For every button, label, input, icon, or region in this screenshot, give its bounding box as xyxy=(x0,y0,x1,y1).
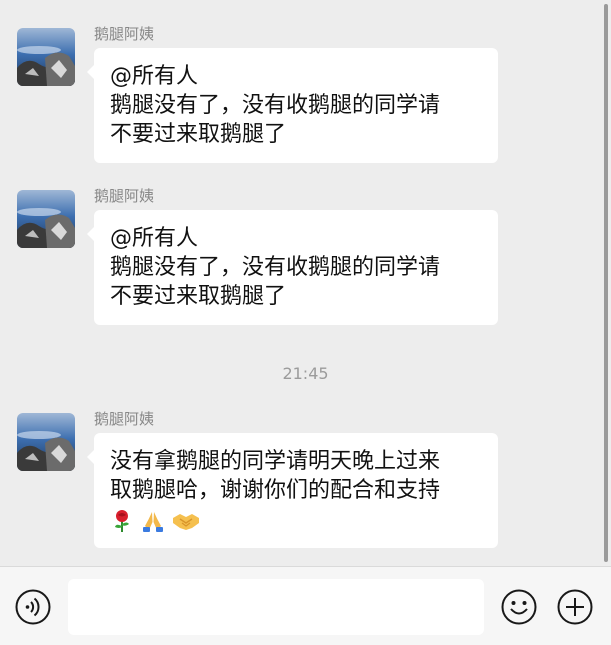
input-bar xyxy=(0,566,611,645)
message-bubble[interactable]: 没有拿鹅腿的同学请明天晚上过来 取鹅腿哈，谢谢你们的配合和支持 xyxy=(87,433,498,548)
emoji-row xyxy=(110,505,482,534)
message-text-line: 取鹅腿哈，谢谢你们的配合和支持 xyxy=(110,478,441,503)
message-text-line: 不要过来取鹅腿了 xyxy=(110,284,287,309)
message-text-line: 鹅腿没有了，没有收鹅腿的同学请 xyxy=(110,93,441,118)
plus-icon xyxy=(557,589,593,625)
message-text-line: @所有人 xyxy=(110,226,199,251)
pray-emoji xyxy=(143,511,164,532)
message-bubble[interactable]: @所有人 鹅腿没有了，没有收鹅腿的同学请 不要过来取鹅腿了 xyxy=(87,48,498,163)
message-text-line: 没有拿鹅腿的同学请明天晚上过来 xyxy=(110,449,441,474)
handshake-emoji xyxy=(173,513,200,530)
rose-emoji xyxy=(115,509,129,532)
emoji-face-icon xyxy=(501,589,537,625)
more-button[interactable] xyxy=(557,589,593,625)
avatar[interactable] xyxy=(17,413,75,471)
message-text-line: 鹅腿没有了，没有收鹅腿的同学请 xyxy=(110,255,441,280)
sender-name: 鹅腿阿姨 xyxy=(94,187,155,205)
message-text-line: @所有人 xyxy=(110,64,199,89)
emoji-button[interactable] xyxy=(501,589,537,625)
message-bubble[interactable]: @所有人 鹅腿没有了，没有收鹅腿的同学请 不要过来取鹅腿了 xyxy=(87,210,498,325)
chat-screen: 鹅腿阿姨 @所有人 鹅腿没有了，没有收鹅腿的同学请 不要过来取鹅腿了 鹅腿阿姨 … xyxy=(0,0,611,645)
sender-name: 鹅腿阿姨 xyxy=(94,25,155,43)
scrollbar[interactable] xyxy=(604,4,608,562)
message-list[interactable]: 鹅腿阿姨 @所有人 鹅腿没有了，没有收鹅腿的同学请 不要过来取鹅腿了 鹅腿阿姨 … xyxy=(0,0,611,566)
message-input[interactable] xyxy=(68,579,484,635)
voice-button[interactable] xyxy=(15,589,51,625)
timestamp: 21:45 xyxy=(282,364,329,383)
message-text-line: 不要过来取鹅腿了 xyxy=(110,122,287,147)
voice-icon xyxy=(15,589,51,625)
sender-name: 鹅腿阿姨 xyxy=(94,410,155,428)
avatar[interactable] xyxy=(17,190,75,248)
avatar[interactable] xyxy=(17,28,75,86)
